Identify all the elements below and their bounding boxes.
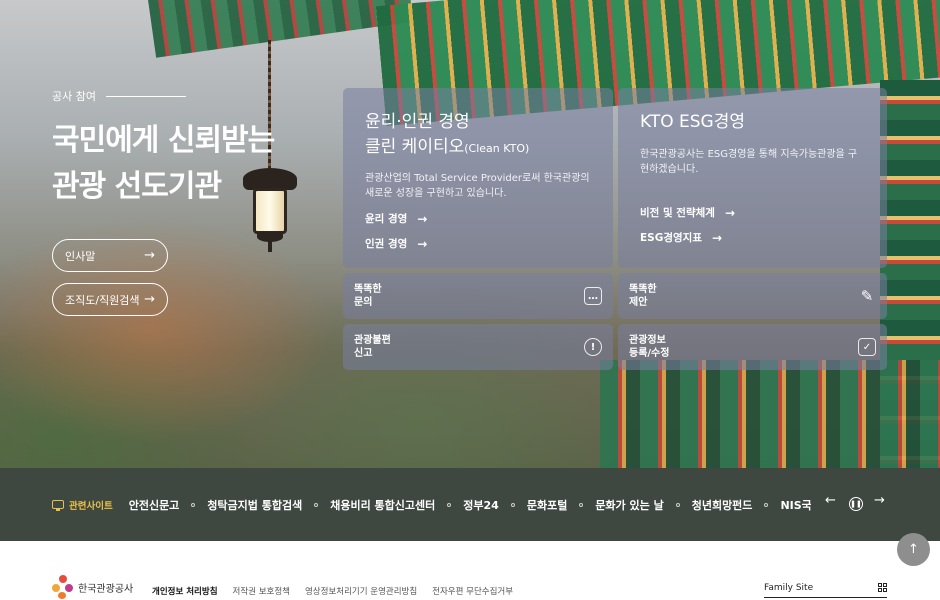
ethics-card: 윤리·인권 경영 클린 케이티오(Clean KTO) 관광산업의 Total … [343,88,613,268]
footer: 한국관광공사 개인정보 처리방침 저작권 보호정책 영상정보처리기기 운영관리방… [0,541,940,600]
related-sites-list: 안전신문고 청탁금지법 통합검색 채용비리 통합신고센터 정부24 문화포털 문… [129,497,811,513]
org-chart-button[interactable]: 조직도/직원검색 → [52,283,168,316]
hero-section: 공사 참여 국민에게 신뢰받는 관광 선도기관 인사말 → 조직도/직원검색 →… [0,0,940,468]
link-label: 윤리 경영 [365,213,408,225]
related-site-link[interactable]: 문화포털 [527,497,567,513]
arrow-right-icon: → [417,211,428,226]
smart-inquiry-button[interactable]: 똑똑한문의 … [343,273,613,319]
greeting-button[interactable]: 인사말 → [52,239,168,272]
esg-indicator-link[interactable]: ESG경영지표 → [640,230,865,245]
alert-circle-icon: ! [584,338,602,356]
ethics-card-title: 윤리·인권 경영 클린 케이티오(Clean KTO) [365,110,591,161]
privacy-policy-link[interactable]: 개인정보 처리방침 [152,585,218,597]
separator-dot [510,502,515,507]
headline-line: 국민에게 신뢰받는 [52,123,275,158]
eyebrow-label: 공사 참여 [52,90,96,103]
related-site-link[interactable]: 정부24 [463,497,499,513]
card-label: 관광정보 [629,335,666,346]
card-label: 똑똑한 [629,284,657,295]
cctv-policy-link[interactable]: 영상정보처리기기 운영관리방침 [305,585,417,597]
ethics-card-desc: 관광산업의 Total Service Provider로써 한국관광의 새로운… [365,173,590,199]
related-site-link[interactable]: 문화가 있는 날 [595,497,663,513]
prev-arrow-icon[interactable]: ← [825,493,836,508]
pause-icon[interactable]: ❚❚ [849,497,863,511]
related-sites-bar: 관련사이트 안전신문고 청탁금지법 통합검색 채용비리 통합신고센터 정부24 … [0,468,940,541]
separator-dot [314,502,319,507]
arrow-right-icon: → [724,205,735,220]
arrow-right-icon: → [712,230,723,245]
link-label: 인권 경영 [365,238,408,250]
human-rights-link[interactable]: 인권 경영 → [365,236,591,251]
related-site-link[interactable]: 청탁금지법 통합검색 [207,497,302,513]
card-label: 문의 [354,297,373,308]
related-sites-label: 관련사이트 [52,498,113,512]
arrow-up-icon: ↑ [908,542,919,557]
link-label: ESG경영지표 [640,232,702,244]
email-refusal-link[interactable]: 전자우편 무단수집거부 [432,585,513,597]
monitor-icon [52,500,64,511]
tourism-info-edit-button[interactable]: 관광정보등록/수정 ✓ [618,324,887,370]
family-site-label: Family Site [764,582,814,593]
link-label: 비전 및 전략체계 [640,207,715,219]
separator-dot [191,502,196,507]
eyebrow-line [105,95,186,97]
separator-dot [764,502,769,507]
scroll-to-top-button[interactable]: ↑ [897,533,930,566]
card-label: 등록/수정 [629,348,670,359]
related-site-link[interactable]: 안전신문고 [129,497,180,513]
esg-card-desc: 한국관광공사는 ESG경영을 통해 지속가능관광을 구현하겠습니다. [640,149,858,175]
ethics-title-line: 윤리·인권 경영 [365,112,470,132]
feather-pen-icon: ✎ [860,286,874,305]
ethics-title-suffix: (Clean KTO) [464,142,530,155]
related-site-link[interactable]: 채용비리 통합신고센터 [330,497,435,513]
background-rafters [600,360,940,468]
arrow-right-icon: → [144,292,155,307]
ethics-management-link[interactable]: 윤리 경영 → [365,211,591,226]
esg-card: KTO ESG경영 한국관광공사는 ESG경영을 통해 지속가능관광을 구현하겠… [618,88,887,268]
footer-links: 개인정보 처리방침 저작권 보호정책 영상정보처리기기 운영관리방침 전자우편 … [152,585,528,597]
section-eyebrow: 공사 참여 [52,88,186,104]
card-label: 신고 [354,348,373,359]
next-arrow-icon[interactable]: → [874,493,885,508]
arrow-right-icon: → [417,236,428,251]
smart-proposal-button[interactable]: 똑똑한제안 ✎ [618,273,887,319]
card-label: 제안 [629,297,648,308]
separator-dot [579,502,584,507]
grid-icon [878,583,887,592]
kto-logo-mark [52,575,74,599]
esg-card-title: KTO ESG경영 [640,112,745,132]
related-site-link[interactable]: 청년희망펀드 [692,497,753,513]
vision-strategy-link[interactable]: 비전 및 전략체계 → [640,205,865,220]
separator-dot [675,502,680,507]
background-eaves [146,0,414,58]
arrow-right-icon: → [144,248,155,263]
page-title: 국민에게 신뢰받는 관광 선도기관 [52,118,275,210]
kto-logo[interactable]: 한국관광공사 [52,575,133,599]
greeting-button-label: 인사말 [65,249,96,263]
separator-dot [447,502,452,507]
related-sites-label-text: 관련사이트 [69,500,113,512]
edit-icon: ✓ [858,338,876,356]
ethics-title-line: 클린 케이티오 [365,137,465,157]
family-site-select[interactable]: Family Site [764,578,887,598]
chat-bubbles-icon: … [584,287,602,305]
copyright-policy-link[interactable]: 저작권 보호정책 [233,585,290,597]
card-label: 똑똑한 [354,284,382,295]
related-site-link[interactable]: NIS국정원 [780,497,810,513]
headline-line: 관광 선도기관 [52,169,222,204]
tourism-complaint-button[interactable]: 관광불편신고 ! [343,324,613,370]
card-label: 관광불편 [354,335,391,346]
org-chart-button-label: 조직도/직원검색 [65,293,140,307]
logo-text: 한국관광공사 [78,583,134,595]
